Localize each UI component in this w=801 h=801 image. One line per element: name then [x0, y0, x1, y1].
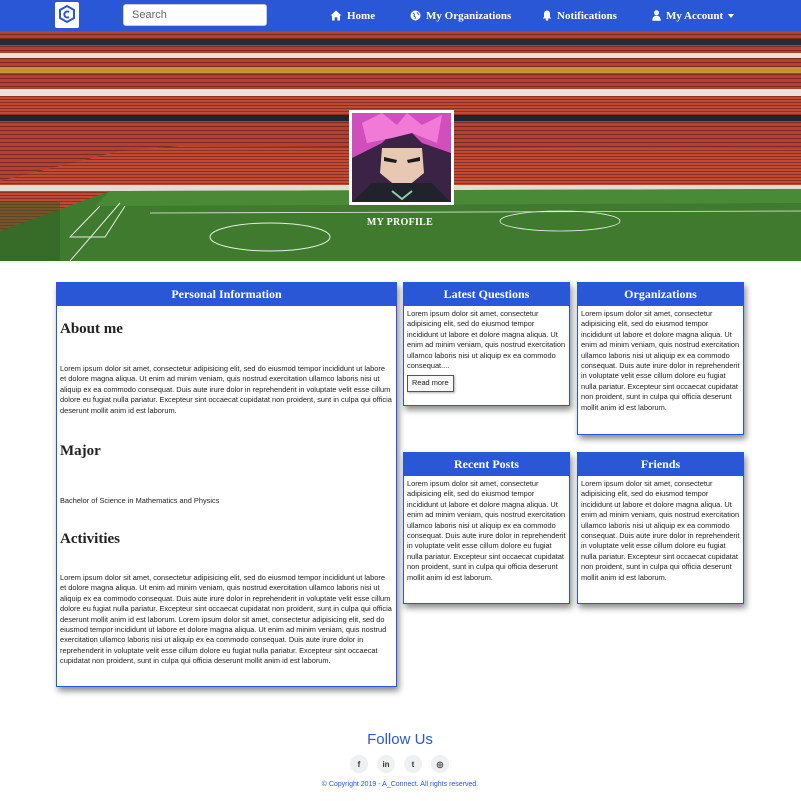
- linkedin-link[interactable]: in: [377, 755, 395, 773]
- facebook-link[interactable]: f: [350, 755, 368, 773]
- twitter-icon: t: [411, 759, 415, 769]
- recent-posts-card: Recent Posts Lorem ipsum dolor sit amet,…: [403, 452, 570, 604]
- organizations-header: Organizations: [578, 283, 743, 306]
- twitter-link[interactable]: t: [404, 755, 422, 773]
- profile-title: MY PROFILE: [366, 217, 434, 228]
- activities-heading: Activities: [60, 531, 120, 547]
- nav-my-account-dropdown[interactable]: My Account: [652, 0, 735, 31]
- nav-notifications-label: Notifications: [557, 9, 617, 22]
- organizations-card: Organizations Lorem ipsum dolor sit amet…: [577, 282, 744, 435]
- latest-questions-text: Lorem ipsum dolor sit amet, consectetur …: [407, 309, 566, 371]
- personal-information-header: Personal Information: [57, 283, 396, 306]
- friends-text: Lorem ipsum dolor sit amet, consectetur …: [581, 479, 740, 582]
- user-icon: [652, 10, 661, 21]
- read-more-button[interactable]: Read more: [407, 375, 454, 392]
- logo-icon: [59, 4, 75, 24]
- recent-posts-header: Recent Posts: [404, 453, 569, 476]
- friends-card: Friends Lorem ipsum dolor sit amet, cons…: [577, 452, 744, 604]
- top-navbar: Home My Organizations Notifications My A…: [0, 0, 801, 31]
- nav-home-label: Home: [347, 9, 376, 22]
- major-heading: Major: [60, 443, 101, 459]
- app-logo[interactable]: [55, 2, 79, 28]
- instagram-link[interactable]: ◎: [431, 755, 449, 773]
- facebook-icon: f: [357, 759, 361, 769]
- instagram-icon: ◎: [436, 759, 444, 769]
- personal-information-card: Personal Information About me Lorem ipsu…: [56, 282, 397, 687]
- nav-my-organizations[interactable]: My Organizations: [410, 0, 511, 31]
- friends-header: Friends: [578, 453, 743, 476]
- latest-questions-header: Latest Questions: [404, 283, 569, 306]
- about-me-text: Lorem ipsum dolor sit amet, consectetur …: [60, 364, 392, 415]
- nav-home[interactable]: Home: [330, 0, 375, 31]
- follow-us-heading: Follow Us: [367, 731, 433, 748]
- profile-avatar[interactable]: [349, 110, 454, 205]
- nav-account-label: My Account: [666, 9, 724, 22]
- about-me-heading: About me: [60, 321, 123, 337]
- recent-posts-text: Lorem ipsum dolor sit amet, consectetur …: [407, 479, 566, 582]
- chevron-down-icon: [728, 13, 735, 18]
- major-text: Bachelor of Science in Mathematics and P…: [60, 496, 220, 505]
- home-icon: [330, 10, 342, 21]
- profile-hero-banner: MY PROFILE: [0, 31, 801, 261]
- nav-notifications[interactable]: Notifications: [542, 0, 617, 31]
- search-input[interactable]: [123, 4, 267, 26]
- nav-organizations-label: My Organizations: [426, 9, 512, 22]
- globe-icon: [410, 10, 421, 21]
- activities-text: Lorem ipsum dolor sit amet, consectetur …: [60, 573, 392, 666]
- bell-icon: [542, 10, 552, 21]
- avatar-image: [352, 113, 451, 202]
- latest-questions-card: Latest Questions Lorem ipsum dolor sit a…: [403, 282, 570, 406]
- organizations-text: Lorem ipsum dolor sit amet, consectetur …: [581, 309, 740, 412]
- copyright-text: © Copyright 2019 - A_Connect. All rights…: [321, 781, 479, 788]
- linkedin-icon: in: [382, 759, 390, 769]
